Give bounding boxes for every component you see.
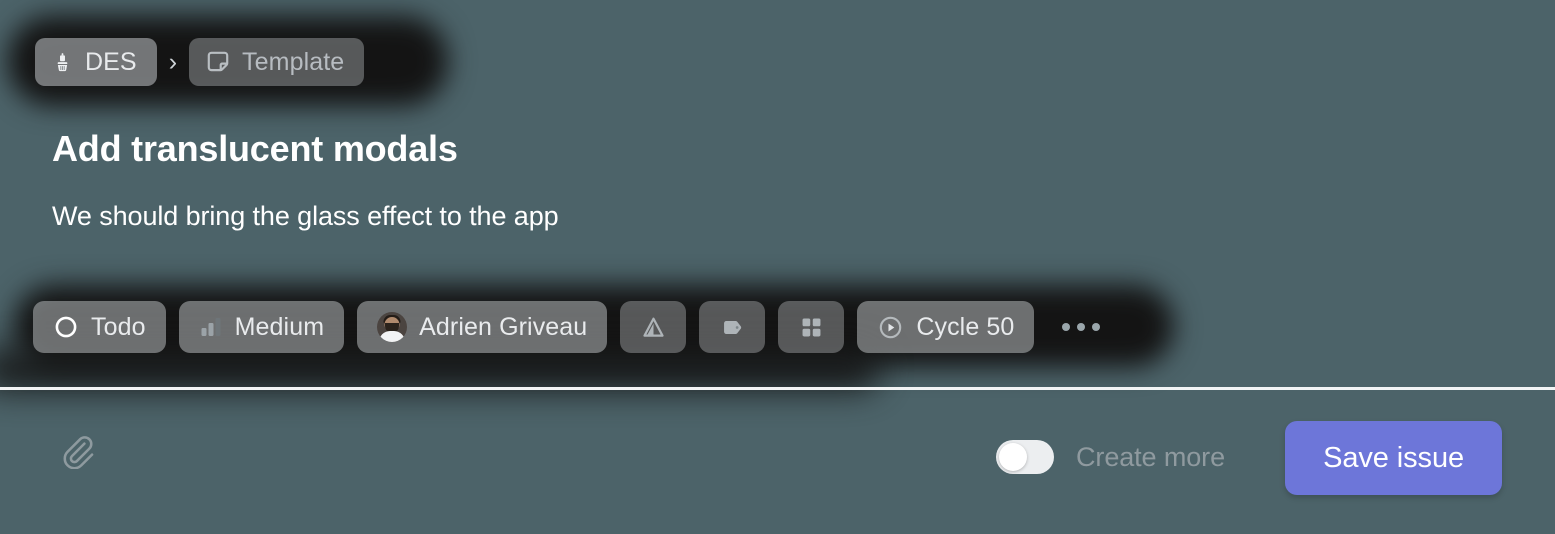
footer-divider xyxy=(0,387,1555,390)
breadcrumb-item-template-label: Template xyxy=(242,47,345,76)
save-issue-button[interactable]: Save issue xyxy=(1285,421,1502,495)
breadcrumb-item-template[interactable]: Template xyxy=(189,38,365,86)
divider-smudge xyxy=(0,348,880,390)
property-overflow-button[interactable] xyxy=(1062,323,1101,331)
status-todo-icon xyxy=(53,314,79,340)
breadcrumb-item-team-label: DES xyxy=(85,47,137,76)
create-more-label: Create more xyxy=(1076,441,1225,472)
toggle-knob xyxy=(999,443,1028,471)
modules-grid-icon xyxy=(799,315,824,340)
chip-cycle-label: Cycle 50 xyxy=(916,312,1015,341)
create-more-toggle-group[interactable]: Create more xyxy=(996,440,1225,474)
property-chip-row: Todo Medium Adrien Griveau Cycle 50 xyxy=(33,301,1101,353)
issue-description: We should bring the glass effect to the … xyxy=(52,201,559,231)
footer: Create more Save issue xyxy=(0,390,1555,534)
chip-project[interactable] xyxy=(620,301,687,353)
template-icon xyxy=(205,49,231,75)
page-title: Add translucent modals xyxy=(52,128,458,169)
chip-priority-label: Medium xyxy=(234,312,325,341)
chip-status-label: Todo xyxy=(91,312,146,341)
breadcrumb-item-team[interactable]: DES xyxy=(35,38,157,86)
create-more-toggle[interactable] xyxy=(996,440,1055,474)
chip-status[interactable]: Todo xyxy=(33,301,166,353)
breadcrumb-separator: › xyxy=(168,47,178,76)
breadcrumb: DES › Template xyxy=(35,38,365,86)
priority-medium-icon xyxy=(199,315,223,339)
chip-label[interactable] xyxy=(699,301,766,353)
attachment-button[interactable] xyxy=(55,432,97,474)
chip-assignee-label: Adrien Griveau xyxy=(419,312,588,341)
project-triangle-icon xyxy=(640,314,667,341)
chip-assignee[interactable]: Adrien Griveau xyxy=(357,301,608,353)
chip-modules[interactable] xyxy=(778,301,845,353)
chip-priority[interactable]: Medium xyxy=(178,301,345,353)
label-tag-icon xyxy=(719,314,746,341)
paintbrush-icon xyxy=(51,51,74,74)
cycle-play-icon xyxy=(877,314,904,341)
chip-cycle[interactable]: Cycle 50 xyxy=(857,301,1035,353)
paperclip-icon xyxy=(58,433,94,474)
assignee-avatar xyxy=(377,312,408,342)
